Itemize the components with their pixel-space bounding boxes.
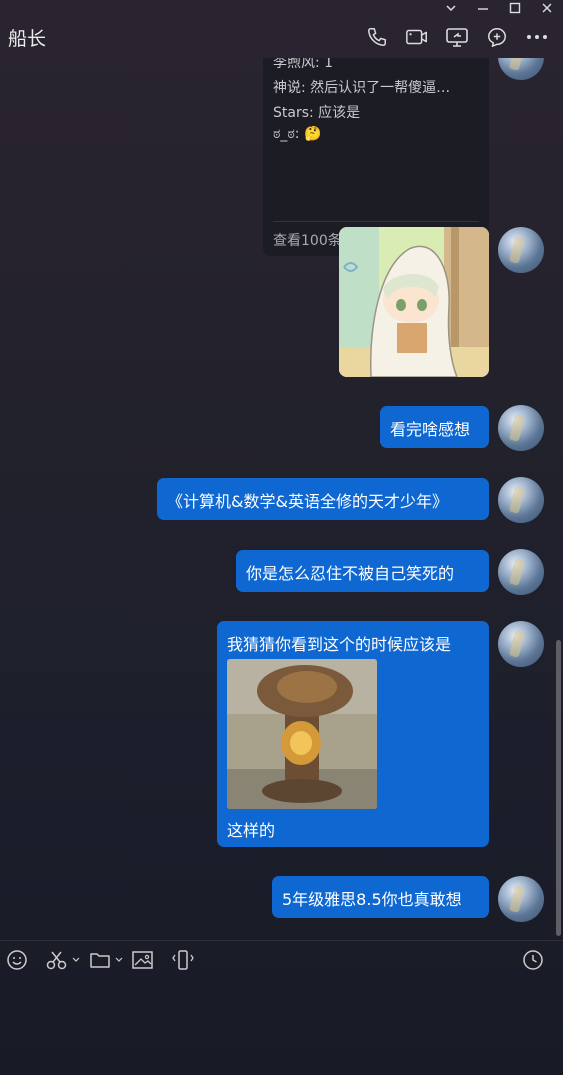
header-actions bbox=[357, 23, 557, 51]
avatar[interactable] bbox=[498, 549, 544, 595]
avatar[interactable] bbox=[498, 876, 544, 922]
add-chat-icon[interactable] bbox=[477, 23, 517, 51]
forwarded-line: Stars: 应该是 bbox=[273, 105, 361, 121]
divider bbox=[273, 221, 479, 222]
phone-icon[interactable] bbox=[357, 23, 397, 51]
chat-messages[interactable]: 李煦风: 1 神说: 然后认识了一帮傻逼… Stars: 应该是 ಠ_ಠ: 🤔 … bbox=[0, 58, 563, 940]
message-bubble[interactable]: 看完啥感想 bbox=[380, 406, 489, 448]
video-call-icon[interactable] bbox=[397, 23, 437, 51]
chat-scrollbar[interactable] bbox=[556, 640, 561, 936]
anime-sticker-image bbox=[339, 227, 489, 377]
image-message[interactable] bbox=[339, 227, 489, 377]
forwarded-line: 神说: 然后认识了一帮傻逼… bbox=[273, 80, 451, 96]
message-text: 看完啥感想 bbox=[390, 420, 471, 439]
avatar[interactable] bbox=[498, 227, 544, 273]
more-icon[interactable] bbox=[517, 23, 557, 51]
mushroom-cloud-image[interactable] bbox=[227, 659, 377, 809]
message-bubble[interactable]: 你是怎么忍住不被自己笑死的 bbox=[236, 550, 489, 592]
forwarded-line: ಠ_ಠ: 🤔 bbox=[273, 126, 322, 142]
message-input[interactable] bbox=[0, 979, 563, 1075]
message-bubble[interactable]: 《计算机&数学&英语全修的天才少年》 bbox=[157, 478, 489, 520]
message-text: 我猜猜你看到这个的时候应该是 bbox=[227, 635, 452, 654]
message-text: 《计算机&数学&英语全修的天才少年》 bbox=[167, 492, 448, 511]
message-bubble[interactable]: 5年级雅思8.5你也真敢想 bbox=[272, 876, 489, 918]
avatar[interactable] bbox=[498, 58, 544, 80]
chat-header: 船长 bbox=[0, 16, 563, 58]
screen-share-icon[interactable] bbox=[437, 23, 477, 51]
close-icon[interactable] bbox=[531, 0, 563, 16]
minimize-icon[interactable] bbox=[467, 0, 499, 16]
message-bubble[interactable]: 我猜猜你看到这个的时候应该是 这样的 bbox=[217, 621, 489, 847]
input-toolbar bbox=[0, 940, 563, 979]
avatar[interactable] bbox=[498, 477, 544, 523]
maximize-icon[interactable] bbox=[499, 0, 531, 16]
history-clock-icon[interactable] bbox=[522, 949, 544, 971]
chat-title: 船长 bbox=[8, 28, 47, 50]
emoji-icon[interactable] bbox=[6, 949, 28, 971]
avatar[interactable] bbox=[498, 621, 544, 667]
chevron-down-icon[interactable] bbox=[435, 0, 467, 16]
window-controls bbox=[435, 0, 563, 16]
forwarded-line: 李煦风: 1 bbox=[273, 58, 334, 71]
scissors-icon[interactable] bbox=[46, 949, 82, 971]
screenshot-image-icon[interactable] bbox=[131, 949, 155, 971]
folder-icon[interactable] bbox=[89, 949, 125, 971]
shake-icon[interactable] bbox=[171, 949, 195, 971]
message-text: 5年级雅思8.5你也真敢想 bbox=[282, 890, 462, 909]
message-text: 你是怎么忍住不被自己笑死的 bbox=[246, 564, 455, 583]
message-text: 这样的 bbox=[227, 821, 276, 840]
avatar[interactable] bbox=[498, 405, 544, 451]
